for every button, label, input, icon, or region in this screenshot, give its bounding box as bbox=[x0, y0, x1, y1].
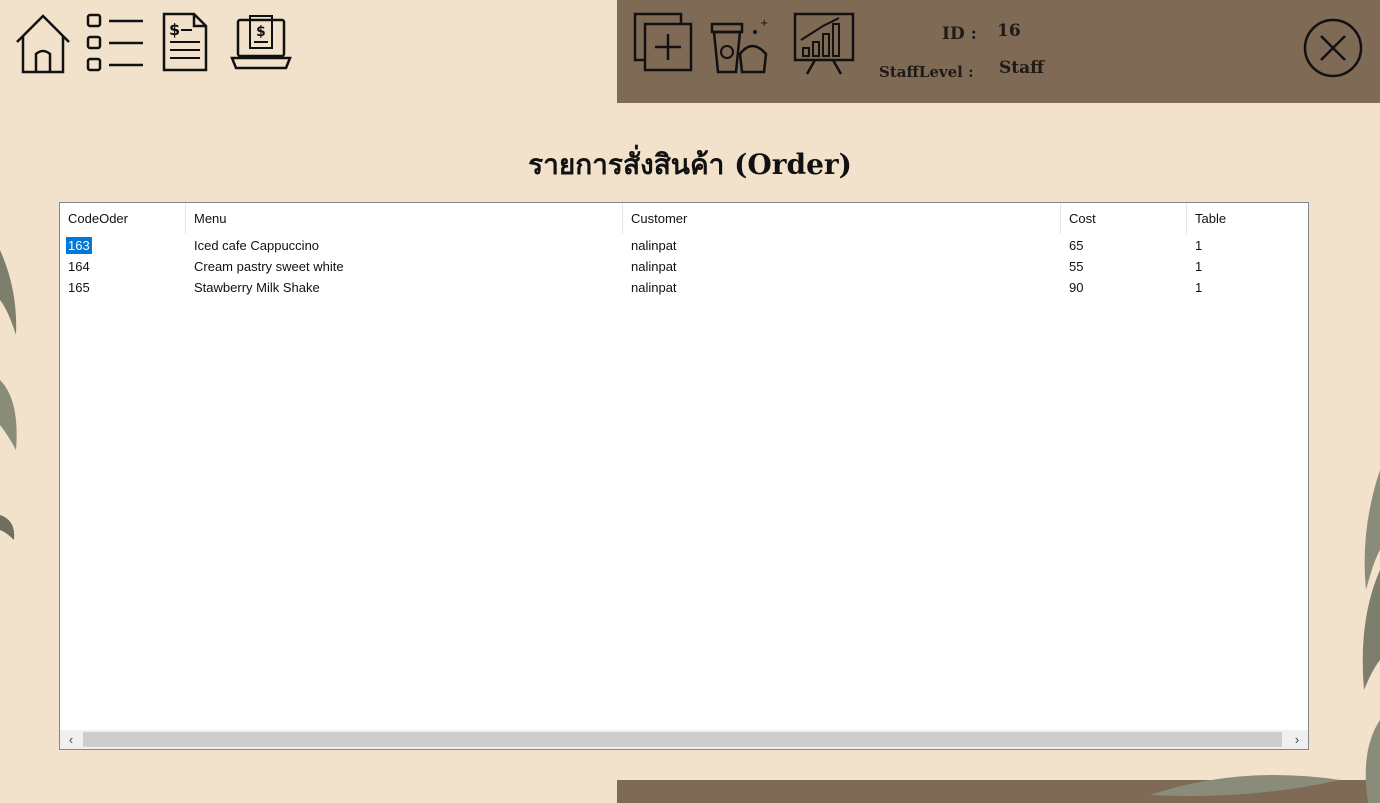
growth-chart-icon[interactable] bbox=[793, 12, 855, 76]
horizontal-scrollbar[interactable]: ‹ › bbox=[60, 730, 1308, 749]
cell-code: 163 bbox=[66, 237, 92, 254]
id-value: 16 bbox=[997, 21, 1021, 41]
cell-table: 1 bbox=[1195, 259, 1203, 274]
column-header-codeoder[interactable]: CodeOder bbox=[60, 203, 186, 234]
cell-code: 164 bbox=[68, 259, 90, 274]
svg-text:$: $ bbox=[169, 20, 180, 39]
scroll-right-button[interactable]: › bbox=[1286, 730, 1308, 749]
id-label: ID : bbox=[942, 24, 977, 44]
home-icon[interactable] bbox=[13, 10, 73, 74]
svg-text:+: + bbox=[760, 18, 768, 29]
invoice-icon[interactable]: $ bbox=[160, 10, 210, 74]
cell-cost: 90 bbox=[1069, 280, 1084, 295]
column-header-cost[interactable]: Cost bbox=[1061, 203, 1187, 234]
page-title: รายการสั่งสินค้า (Order) bbox=[528, 148, 852, 181]
staff-level-label: StaffLevel : bbox=[879, 63, 974, 81]
leaf-decoration-left bbox=[0, 250, 17, 540]
column-header-customer[interactable]: Customer bbox=[623, 203, 1061, 234]
cell-menu: Stawberry Milk Shake bbox=[194, 280, 320, 295]
cell-cost: 65 bbox=[1069, 238, 1084, 253]
cell-menu: Cream pastry sweet white bbox=[194, 259, 344, 274]
cell-cost: 55 bbox=[1069, 259, 1084, 274]
svg-text:$: $ bbox=[256, 24, 266, 40]
table-row[interactable]: 165 Stawberry Milk Shake nalinpat 90 1 bbox=[60, 277, 1308, 298]
orders-list[interactable]: CodeOder Menu Customer Cost Table 163 Ic… bbox=[59, 202, 1309, 750]
close-icon[interactable] bbox=[1302, 17, 1364, 79]
column-header-menu[interactable]: Menu bbox=[186, 203, 623, 234]
cell-table: 1 bbox=[1195, 280, 1203, 295]
cell-customer: nalinpat bbox=[631, 259, 677, 274]
cell-customer: nalinpat bbox=[631, 238, 677, 253]
cell-code: 165 bbox=[68, 280, 90, 295]
column-header-table[interactable]: Table bbox=[1187, 203, 1308, 234]
cell-table: 1 bbox=[1195, 238, 1203, 253]
leaf-decoration-bottom bbox=[1150, 775, 1340, 796]
scrollbar-thumb[interactable] bbox=[83, 732, 1282, 747]
table-row[interactable]: 164 Cream pastry sweet white nalinpat 55… bbox=[60, 256, 1308, 277]
cell-menu: Iced cafe Cappuccino bbox=[194, 238, 320, 253]
coffee-cupcake-icon[interactable]: + bbox=[708, 14, 772, 74]
receipt-laptop-icon[interactable]: $ bbox=[230, 14, 292, 72]
checklist-icon[interactable] bbox=[85, 12, 145, 74]
scroll-left-button[interactable]: ‹ bbox=[60, 730, 82, 749]
leaf-decoration-right bbox=[1362, 470, 1380, 803]
cell-customer: nalinpat bbox=[631, 280, 677, 295]
list-header: CodeOder Menu Customer Cost Table bbox=[60, 203, 1308, 234]
staff-level-value: Staff bbox=[999, 58, 1045, 78]
add-icon[interactable] bbox=[633, 12, 693, 74]
table-row[interactable]: 163 Iced cafe Cappuccino nalinpat 65 1 bbox=[60, 235, 1308, 256]
